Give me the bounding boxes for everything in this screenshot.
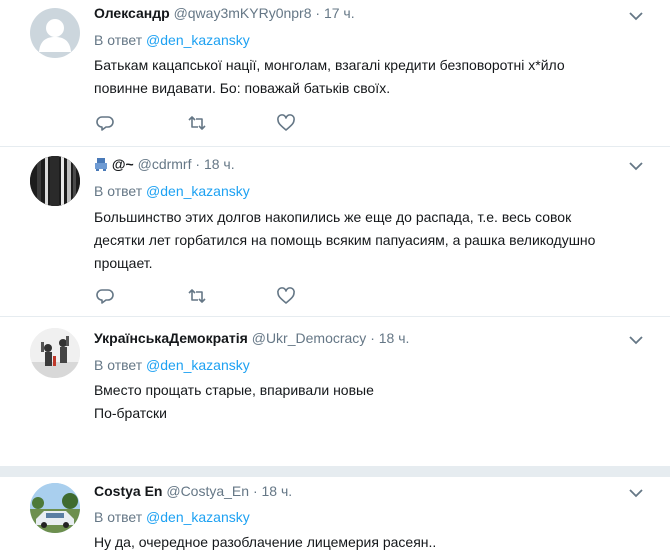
- separator-dot: ·: [370, 330, 375, 346]
- heart-icon: [277, 114, 295, 131]
- thread-separator: [0, 467, 670, 477]
- retweet-icon: [188, 116, 206, 130]
- tweet-4[interactable]: Costya En @Costya_En · 18 ч. В ответ @de…: [0, 477, 670, 560]
- tweet-header: @~ @cdrmrf · 18 ч.: [94, 155, 235, 173]
- reply-context: В ответ @den_kazansky: [94, 508, 250, 526]
- reply-context: В ответ @den_kazansky: [94, 356, 250, 374]
- reply-mention-link[interactable]: @den_kazansky: [146, 357, 250, 373]
- timestamp[interactable]: 18 ч.: [262, 483, 293, 499]
- retweet-button[interactable]: [186, 286, 276, 306]
- reply-mention-link[interactable]: @den_kazansky: [146, 32, 250, 48]
- reply-mention-link[interactable]: @den_kazansky: [146, 509, 250, 525]
- tweet-2[interactable]: @~ @cdrmrf · 18 ч. В ответ @den_kazansky…: [0, 147, 670, 317]
- tweet-text-line: повинне видавати. Бо: поважай батьків св…: [94, 80, 391, 96]
- tweet-text: Большинство этих долгов накопились же ещ…: [94, 206, 634, 275]
- reply-button[interactable]: [96, 286, 186, 306]
- separator-dot: ·: [195, 156, 201, 172]
- avatar[interactable]: [30, 8, 80, 58]
- separator-dot: ·: [252, 483, 258, 499]
- tweet-1[interactable]: Олександр @qway3mKYRy0npr8 · 17 ч. В отв…: [0, 0, 670, 147]
- tweet-actions: [96, 286, 366, 306]
- default-avatar-icon: [39, 19, 71, 52]
- reply-context: В ответ @den_kazansky: [94, 182, 250, 200]
- chevron-down-icon[interactable]: [628, 160, 644, 172]
- user-handle[interactable]: @cdrmrf: [138, 156, 192, 172]
- tweet-text: Ну да, очередное разоблачение лицемерия …: [94, 531, 634, 554]
- tweet-header: Costya En @Costya_En · 18 ч.: [94, 482, 292, 500]
- reply-context: В ответ @den_kazansky: [94, 31, 250, 49]
- chevron-down-icon[interactable]: [628, 487, 644, 499]
- avatar-image: [30, 483, 80, 533]
- display-name[interactable]: Олександр: [94, 5, 170, 21]
- tweet-text-line: Ну да, очередное разоблачение лицемерия …: [94, 534, 437, 550]
- avatar-image: [30, 156, 80, 206]
- separator-dot: ·: [315, 5, 321, 21]
- timestamp[interactable]: 18 ч.: [204, 156, 235, 172]
- like-button[interactable]: [276, 286, 366, 306]
- timestamp[interactable]: 17 ч.: [324, 5, 355, 21]
- tweet-text: Вместо прощать старые, впаривали новые П…: [94, 379, 634, 425]
- display-name[interactable]: @~: [112, 156, 134, 172]
- reply-prefix: В ответ: [94, 183, 147, 199]
- retweet-icon: [188, 289, 206, 303]
- chevron-down-icon[interactable]: [628, 10, 644, 22]
- user-handle[interactable]: @Ukr_Democracy: [252, 330, 367, 346]
- display-name[interactable]: УкраїнськаДемократія: [94, 330, 248, 346]
- avatar[interactable]: [30, 156, 80, 206]
- user-handle[interactable]: @Costya_En: [166, 483, 249, 499]
- tweet-text-line: Большинство этих долгов накопились же ещ…: [94, 209, 572, 225]
- tweet-text-line: Вместо прощать старые, впаривали новые: [94, 382, 374, 398]
- robot-emoji-icon: [95, 158, 107, 171]
- tweet-text-line: По-братски: [94, 405, 167, 421]
- tweet-text-line: десятки лет горбатился на помощь всяким …: [94, 232, 596, 248]
- reply-prefix: В ответ: [94, 357, 147, 373]
- reply-icon: [96, 289, 114, 304]
- heart-icon: [277, 287, 295, 304]
- display-name[interactable]: Costya En: [94, 483, 162, 499]
- like-button[interactable]: [276, 113, 366, 133]
- avatar-image: [30, 328, 80, 378]
- tweet-text: Батькам кацапської нації, монголам, взаг…: [94, 54, 634, 100]
- reply-button[interactable]: [96, 113, 186, 133]
- tweet-actions: [96, 113, 366, 133]
- tweet-text-line: Батькам кацапської нації, монголам, взаг…: [94, 57, 565, 73]
- tweet-text-line: прощает.: [94, 255, 153, 271]
- tweet-header: Олександр @qway3mKYRy0npr8 · 17 ч.: [94, 4, 355, 22]
- avatar[interactable]: [30, 328, 80, 378]
- timestamp[interactable]: 18 ч.: [379, 330, 410, 346]
- tweet-header: УкраїнськаДемократія @Ukr_Democracy · 18…: [94, 329, 409, 347]
- reply-prefix: В ответ: [94, 509, 147, 525]
- reply-prefix: В ответ: [94, 32, 147, 48]
- retweet-button[interactable]: [186, 113, 276, 133]
- tweet-3[interactable]: УкраїнськаДемократія @Ukr_Democracy · 18…: [0, 317, 670, 467]
- reply-mention-link[interactable]: @den_kazansky: [146, 183, 250, 199]
- reply-icon: [96, 116, 114, 131]
- user-handle[interactable]: @qway3mKYRy0npr8: [174, 5, 312, 21]
- chevron-down-icon[interactable]: [628, 334, 644, 346]
- avatar[interactable]: [30, 483, 80, 533]
